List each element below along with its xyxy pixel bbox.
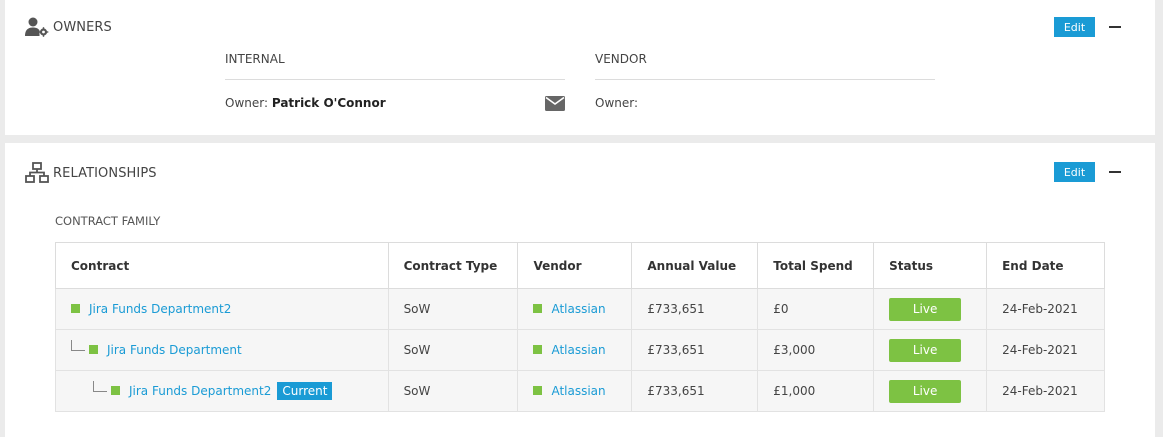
contract-type-cell: SoW bbox=[387, 370, 519, 412]
contract-cell: Jira Funds Department2 Current bbox=[55, 370, 389, 412]
annual-value-cell: £733,651 bbox=[631, 288, 759, 330]
end-date-cell: 24-Feb-2021 bbox=[986, 370, 1105, 412]
column-header-status[interactable]: Status bbox=[873, 242, 988, 289]
table-row: Jira Funds Department2 SoW Atlassian £73… bbox=[55, 288, 1105, 330]
internal-owner-name: Patrick O'Connor bbox=[271, 96, 386, 110]
table-header-row: Contract Contract Type Vendor Annual Val… bbox=[55, 242, 1105, 289]
relationships-title: RELATIONSHIPS bbox=[53, 165, 157, 181]
green-square-icon bbox=[533, 304, 543, 313]
internal-owner: Owner: Patrick O'Connor bbox=[225, 96, 386, 110]
vendor-cell: Atlassian bbox=[517, 288, 633, 330]
column-header-annual-value[interactable]: Annual Value bbox=[631, 242, 759, 289]
table-row: Jira Funds Department2 Current SoW Atlass… bbox=[55, 370, 1105, 412]
contract-link[interactable]: Jira Funds Department2 bbox=[89, 302, 231, 316]
status-cell: Live bbox=[873, 370, 988, 412]
column-header-vendor[interactable]: Vendor bbox=[517, 242, 633, 289]
relationships-header: RELATIONSHIPS bbox=[25, 162, 157, 184]
owners-edit-button[interactable]: Edit bbox=[1054, 17, 1095, 37]
end-date-cell: 24-Feb-2021 bbox=[986, 288, 1105, 330]
tree-connector-icon bbox=[93, 381, 107, 392]
status-cell: Live bbox=[873, 329, 988, 371]
contract-link[interactable]: Jira Funds Department2 bbox=[129, 384, 271, 398]
contract-type-cell: SoW bbox=[387, 329, 519, 371]
internal-divider bbox=[225, 79, 565, 80]
relationships-panel: RELATIONSHIPS Edit CONTRACT FAMILY Contr… bbox=[5, 143, 1155, 437]
vendor-link[interactable]: Atlassian bbox=[551, 343, 605, 357]
table-row: Jira Funds Department SoW Atlassian £733… bbox=[55, 329, 1105, 371]
hierarchy-icon bbox=[25, 162, 49, 183]
status-cell: Live bbox=[873, 288, 988, 330]
relationships-edit-button[interactable]: Edit bbox=[1054, 162, 1095, 182]
relationships-collapse-icon[interactable] bbox=[1109, 171, 1121, 173]
vendor-divider bbox=[595, 79, 935, 80]
internal-owner-label: Owner: bbox=[225, 96, 269, 110]
vendor-owner-label: Owner: bbox=[595, 96, 639, 110]
vendor-link[interactable]: Atlassian bbox=[551, 302, 605, 316]
column-header-end-date[interactable]: End Date bbox=[986, 242, 1105, 289]
status-badge: Live bbox=[889, 338, 962, 362]
tree-connector-icon bbox=[71, 340, 85, 351]
green-square-icon bbox=[71, 304, 80, 313]
contract-cell: Jira Funds Department2 bbox=[55, 288, 389, 330]
column-header-total-spend[interactable]: Total Spend bbox=[757, 242, 875, 289]
vendor-cell: Atlassian bbox=[517, 329, 633, 371]
contract-cell: Jira Funds Department bbox=[55, 329, 389, 371]
green-square-icon bbox=[111, 386, 120, 395]
green-square-icon bbox=[533, 345, 543, 354]
contract-family-label: CONTRACT FAMILY bbox=[55, 214, 161, 228]
vendor-cell: Atlassian bbox=[517, 370, 633, 412]
current-badge: Current bbox=[277, 382, 333, 400]
contract-type-cell: SoW bbox=[387, 288, 519, 330]
vendor-link[interactable]: Atlassian bbox=[551, 384, 605, 398]
total-spend-cell: £3,000 bbox=[757, 329, 875, 371]
owners-header: OWNERS bbox=[25, 17, 112, 37]
owners-panel: OWNERS Edit INTERNAL Owner: Patrick O'Co… bbox=[5, 0, 1155, 135]
total-spend-cell: £0 bbox=[757, 288, 875, 330]
column-header-contract[interactable]: Contract bbox=[55, 242, 389, 289]
contract-family-table: Contract Contract Type Vendor Annual Val… bbox=[55, 242, 1105, 412]
annual-value-cell: £733,651 bbox=[631, 370, 759, 412]
vendor-owner: Owner: bbox=[595, 96, 638, 110]
vendor-heading: VENDOR bbox=[595, 52, 647, 66]
green-square-icon bbox=[533, 386, 543, 395]
envelope-icon[interactable] bbox=[545, 96, 565, 111]
owners-title: OWNERS bbox=[53, 19, 112, 35]
status-badge: Live bbox=[889, 297, 962, 321]
end-date-cell: 24-Feb-2021 bbox=[986, 329, 1105, 371]
internal-heading: INTERNAL bbox=[225, 52, 285, 66]
total-spend-cell: £1,000 bbox=[757, 370, 875, 412]
owners-collapse-icon[interactable] bbox=[1109, 26, 1121, 28]
annual-value-cell: £733,651 bbox=[631, 329, 759, 371]
status-badge: Live bbox=[889, 379, 962, 403]
green-square-icon bbox=[89, 345, 98, 354]
user-gear-icon bbox=[25, 17, 49, 37]
column-header-contract-type[interactable]: Contract Type bbox=[387, 242, 519, 289]
contract-link[interactable]: Jira Funds Department bbox=[107, 343, 242, 357]
